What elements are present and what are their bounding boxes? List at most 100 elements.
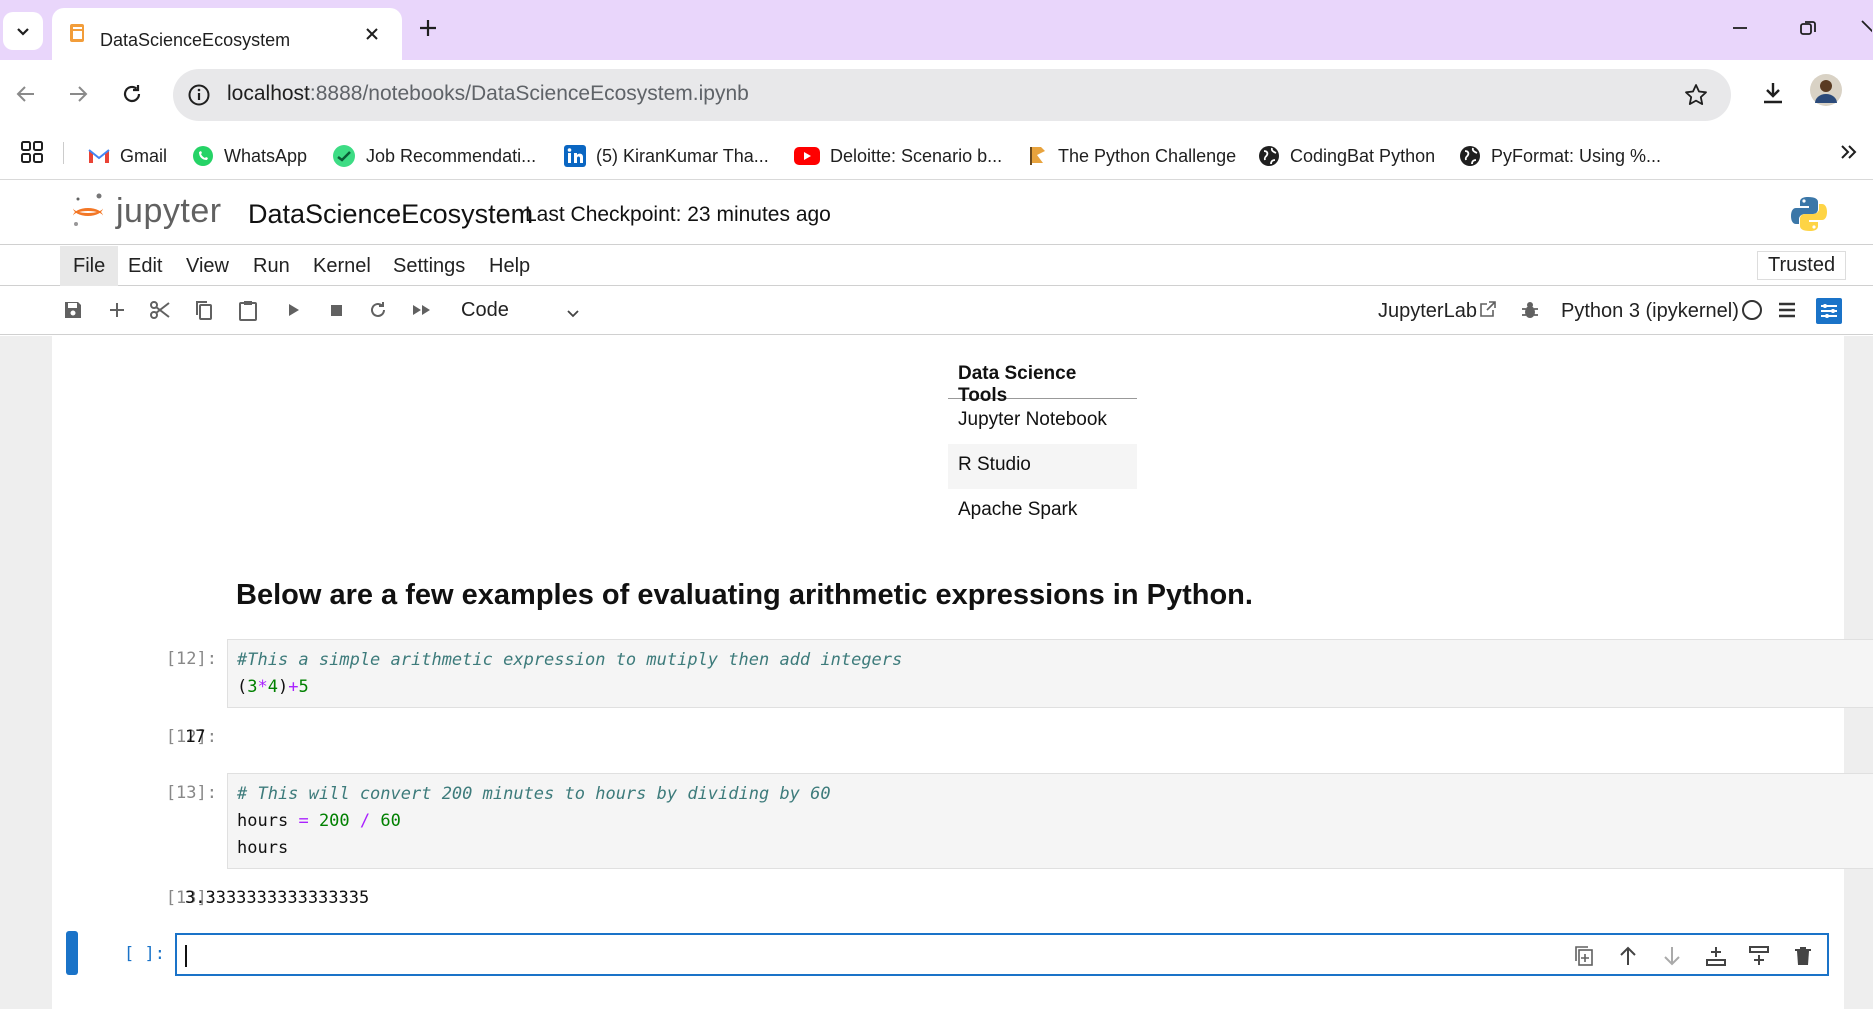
trusted-indicator[interactable]: Trusted: [1757, 251, 1847, 280]
add-cell-icon[interactable]: [106, 299, 128, 321]
command-palette-icon[interactable]: [1776, 299, 1798, 321]
menu-settings[interactable]: Settings: [380, 246, 478, 286]
paste-icon[interactable]: [237, 299, 259, 321]
markdown-heading: Below are a few examples of evaluating a…: [236, 579, 1253, 611]
code-token: *: [257, 677, 268, 697]
tab-search-button[interactable]: [3, 12, 43, 50]
insert-below-icon[interactable]: [1705, 945, 1727, 967]
external-link-icon[interactable]: [1478, 299, 1498, 319]
site-info-icon[interactable]: [187, 83, 211, 107]
menu-run[interactable]: Run: [240, 246, 303, 286]
code-token: ): [278, 677, 289, 697]
kernel-name[interactable]: Python 3 (ipykernel): [1561, 300, 1739, 323]
table-row: R Studio: [948, 444, 1137, 489]
code-token: =: [298, 811, 309, 831]
code-token: /: [359, 811, 371, 831]
menu-kernel[interactable]: Kernel: [300, 246, 384, 286]
jupyter-logo-icon: [73, 193, 103, 226]
code-token: (: [237, 677, 248, 697]
code-token: +: [288, 677, 299, 697]
gmail-icon: [88, 149, 110, 163]
tab-strip: DataScienceEcosystem: [0, 0, 1873, 60]
last-checkpoint: Last Checkpoint: 23 minutes ago: [525, 203, 831, 226]
bookmark-gmail[interactable]: Gmail: [88, 139, 167, 173]
globe-icon: [1460, 146, 1480, 166]
property-inspector-icon[interactable]: [1816, 298, 1842, 324]
cut-icon[interactable]: [149, 299, 171, 321]
more-bookmarks-icon[interactable]: [1838, 140, 1858, 164]
url-text[interactable]: localhost:8888/notebooks/DataScienceEcos…: [227, 82, 749, 106]
close-tab-icon[interactable]: [364, 26, 380, 42]
globe-icon: [1259, 146, 1279, 166]
bookmark-codingbat[interactable]: CodingBat Python: [1258, 139, 1435, 173]
fast-forward-icon[interactable]: [410, 299, 434, 321]
linkedin-icon: [564, 145, 586, 167]
cell-output: 3.3333333333333335: [185, 888, 370, 908]
menu-file[interactable]: File: [60, 246, 119, 286]
python-challenge-icon: [1030, 147, 1045, 165]
text-cursor: [185, 945, 187, 967]
menu-bar: File Edit View Run Kernel Settings Help …: [0, 246, 1873, 286]
input-prompt: [ ]:: [124, 944, 165, 964]
bookmarks-divider: [63, 142, 64, 164]
kernel-status-idle-icon: [1741, 299, 1763, 321]
reload-icon[interactable]: [120, 82, 144, 106]
input-prompt: [13]:: [165, 783, 217, 803]
code-token: 60: [380, 811, 401, 831]
save-icon[interactable]: [62, 299, 84, 321]
stop-icon[interactable]: [325, 299, 347, 321]
jupyter-logo[interactable]: jupyter: [70, 191, 222, 231]
back-arrow-icon[interactable]: [14, 82, 38, 106]
copy-icon[interactable]: [193, 299, 215, 321]
code-token: hours: [237, 838, 289, 858]
input-prompt: [12]:: [165, 649, 217, 669]
notebook-area: Data Science Tools Jupyter Notebook R St…: [0, 336, 1873, 1009]
download-icon[interactable]: [1760, 80, 1786, 106]
address-bar[interactable]: localhost:8888/notebooks/DataScienceEcos…: [173, 69, 1731, 121]
jupyter-header: jupyter DataScienceEcosystem Last Checkp…: [0, 181, 1873, 245]
restore-icon[interactable]: [1798, 18, 1818, 38]
cell-type-select[interactable]: Code: [461, 299, 509, 322]
close-window-icon[interactable]: [1860, 18, 1872, 38]
code-token: 3: [247, 677, 258, 697]
browser-tab[interactable]: DataScienceEcosystem: [52, 8, 402, 60]
menu-view[interactable]: View: [173, 246, 242, 286]
notebook-favicon-icon: [68, 22, 88, 44]
delete-cell-icon[interactable]: [1793, 945, 1813, 967]
move-down-icon[interactable]: [1662, 945, 1682, 967]
profile-avatar[interactable]: [1810, 74, 1842, 106]
active-code-cell[interactable]: [175, 933, 1829, 976]
move-up-icon[interactable]: [1618, 945, 1638, 967]
menu-help[interactable]: Help: [476, 246, 543, 286]
bookmark-pyformat[interactable]: PyFormat: Using %...: [1459, 139, 1661, 173]
notebook-title[interactable]: DataScienceEcosystem: [248, 199, 533, 230]
bookmark-deloitte[interactable]: Deloitte: Scenario b...: [794, 139, 1002, 173]
open-jupyterlab-link[interactable]: JupyterLab: [1378, 300, 1477, 323]
debugger-bug-icon[interactable]: [1520, 299, 1540, 321]
restart-icon[interactable]: [367, 299, 389, 321]
bookmark-star-icon[interactable]: [1683, 82, 1709, 108]
bookmark-linkedin[interactable]: (5) KiranKumar Tha...: [564, 139, 769, 173]
code-cell[interactable]: # This will convert 200 minutes to hours…: [227, 773, 1873, 869]
code-token: hours: [237, 811, 289, 831]
chevron-down-icon[interactable]: [565, 305, 581, 321]
run-icon[interactable]: [282, 299, 304, 321]
minimize-icon[interactable]: [1730, 18, 1750, 38]
bookmark-whatsapp[interactable]: WhatsApp: [192, 139, 307, 173]
forward-arrow-icon[interactable]: [66, 82, 90, 106]
python-logo-icon: [1790, 195, 1828, 233]
menu-edit[interactable]: Edit: [115, 246, 175, 286]
code-comment: # This will convert 200 minutes to hours…: [237, 784, 831, 804]
bookmark-python-challenge[interactable]: The Python Challenge: [1028, 139, 1236, 173]
code-cell[interactable]: #This a simple arithmetic expression to …: [227, 639, 1873, 708]
apps-grid-icon[interactable]: [20, 140, 44, 164]
youtube-icon: [794, 147, 820, 165]
new-tab-icon[interactable]: [418, 18, 438, 38]
tab-title: DataScienceEcosystem: [100, 30, 291, 50]
notebook-toolbar: Code JupyterLab Python 3 (ipykernel): [0, 287, 1873, 335]
bookmark-job-recommendation[interactable]: Job Recommendati...: [332, 139, 536, 173]
duplicate-cell-icon[interactable]: [1574, 945, 1594, 967]
whatsapp-icon: [193, 146, 213, 166]
code-token: 5: [298, 677, 309, 697]
insert-above-icon[interactable]: [1748, 945, 1770, 967]
